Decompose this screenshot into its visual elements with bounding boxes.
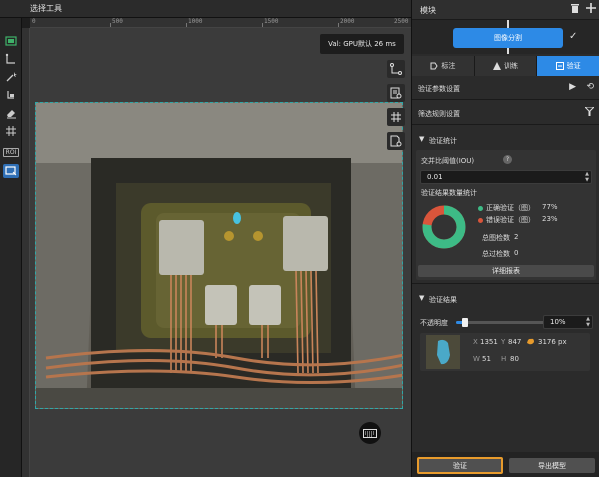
panel-tabs: 标注 训练 验证 xyxy=(412,56,599,76)
correct-pct: 77% xyxy=(542,203,558,211)
y-value: 847 xyxy=(508,338,522,346)
iou-label: 交并比阈值(IOU) xyxy=(421,157,475,165)
latency-readout: Val: GPU默认 26 ms xyxy=(320,34,404,54)
divider xyxy=(412,124,599,125)
collapse-icon: ▼ xyxy=(419,294,425,302)
h-label: H xyxy=(501,355,507,363)
trash-icon[interactable] xyxy=(570,3,580,16)
app-window: 选择工具 ROI 0 500 1000 1500 2000 2500 Val: … xyxy=(0,0,599,477)
play-icon[interactable]: ▶ xyxy=(569,82,576,92)
verify-icon xyxy=(555,62,564,70)
spinner-icon[interactable]: ▲ ▼ xyxy=(585,171,589,183)
opacity-slider[interactable] xyxy=(456,318,546,327)
legend-wrong: 错误验证（图） xyxy=(478,215,535,225)
connector-line xyxy=(507,48,509,54)
defect-thumbnail xyxy=(426,335,460,369)
stats-section-header[interactable]: ▼ 验证统计 xyxy=(412,132,599,148)
opacity-label: 不透明度 xyxy=(420,319,448,327)
filter-rules-label: 筛选规则设置 xyxy=(418,110,460,118)
collapse-icon: ▼ xyxy=(419,135,425,143)
roi-button[interactable]: ROI xyxy=(3,148,19,157)
inspection-image xyxy=(35,102,403,409)
ruler-tick-label: 1000 xyxy=(188,18,203,25)
canvas-titlebar: 选择工具 xyxy=(0,0,411,18)
panel-title: 模块 xyxy=(420,6,436,15)
tab-verify[interactable]: 验证 xyxy=(537,56,599,76)
slider-handle[interactable] xyxy=(462,318,468,327)
divider xyxy=(412,283,599,284)
total-value: 2 xyxy=(514,233,519,241)
canvas-side-tools xyxy=(387,60,405,156)
connector-line xyxy=(507,20,509,28)
h-value: 80 xyxy=(510,355,519,363)
count-title: 验证结果数量统计 xyxy=(421,189,477,197)
tab-annotate[interactable]: 标注 xyxy=(412,56,475,76)
action-bar: 验证 导出模型 xyxy=(412,452,599,477)
panel-header: 模块 xyxy=(412,0,599,20)
module-chain: 图像分割 ✓ xyxy=(412,20,599,54)
pass-value: 0 xyxy=(514,249,519,257)
pass-label: 总过检数 xyxy=(482,250,510,258)
file-eye-icon[interactable] xyxy=(387,132,405,150)
wrong-pct: 23% xyxy=(542,215,558,223)
brush-tool-icon[interactable] xyxy=(3,88,19,102)
results-section-header[interactable]: ▼ 验证结果 xyxy=(412,291,599,307)
train-icon xyxy=(493,62,501,70)
image-icon[interactable] xyxy=(3,34,19,48)
result-item[interactable]: X 1351 Y 847 3176 px W 51 H 80 xyxy=(420,333,590,371)
verify-params-label: 验证参数设置 xyxy=(418,85,460,93)
eraser-icon[interactable] xyxy=(3,106,19,120)
filter-rules-row[interactable]: 筛选规则设置 xyxy=(412,104,599,122)
grid-eye-icon[interactable] xyxy=(387,108,405,126)
magic-wand-icon[interactable] xyxy=(3,70,19,84)
document-eye-icon[interactable] xyxy=(387,84,405,102)
export-model-button[interactable]: 导出模型 xyxy=(509,458,595,473)
w-label: W xyxy=(473,355,480,363)
total-label: 总图检数 xyxy=(482,234,510,242)
verify-button[interactable]: 验证 xyxy=(417,457,503,474)
horizontal-ruler: 0 500 1000 1500 2000 2500 xyxy=(30,18,411,28)
area-value: 3176 px xyxy=(538,338,567,346)
tool-strip: ROI xyxy=(0,18,22,477)
plus-icon[interactable] xyxy=(586,3,596,16)
filter-icon[interactable] xyxy=(583,106,596,119)
legend-dot-wrong xyxy=(478,217,483,223)
polygon-tool-icon[interactable] xyxy=(3,52,19,66)
y-label: Y xyxy=(501,338,506,346)
ruler-tick-label: 500 xyxy=(112,18,123,25)
detail-report-button[interactable]: 详细报表 xyxy=(418,265,594,277)
tool-title: 选择工具 xyxy=(30,4,62,13)
help-icon[interactable]: ? xyxy=(503,155,512,164)
module-segmentation-button[interactable]: 图像分割 xyxy=(453,28,563,48)
tag-icon xyxy=(430,62,438,70)
x-label: X xyxy=(473,338,478,346)
select-tool-icon[interactable] xyxy=(3,164,19,178)
right-panel: 模块 图像分割 ✓ 标注 训练 验证 验证参数设置 ▶ ⟲ 筛选规则设置 ▼ 验… xyxy=(411,0,599,477)
area-icon xyxy=(526,337,535,347)
history-icon[interactable]: ⟲ xyxy=(586,82,594,92)
tab-train[interactable]: 训练 xyxy=(474,56,538,76)
x-value: 1351 xyxy=(480,338,498,346)
legend-correct: 正确验证（图） xyxy=(478,203,535,213)
opacity-input[interactable]: 10% ▲ ▼ xyxy=(543,315,593,329)
iou-input[interactable]: 0.01 ▲ ▼ xyxy=(420,170,592,184)
grid-tool-icon[interactable] xyxy=(3,124,19,138)
ruler-tick-label: 0 xyxy=(32,18,36,25)
verify-params-row[interactable]: 验证参数设置 ▶ ⟲ xyxy=(412,79,599,97)
donut-chart xyxy=(422,205,466,249)
w-value: 51 xyxy=(482,355,491,363)
ruler-tick-label: 2000 xyxy=(340,18,355,25)
divider xyxy=(412,99,599,100)
keyboard-icon[interactable] xyxy=(359,422,381,444)
node-graph-icon[interactable] xyxy=(387,60,405,78)
legend-dot-correct xyxy=(478,205,483,211)
spinner-icon[interactable]: ▲ ▼ xyxy=(586,316,590,328)
check-icon[interactable]: ✓ xyxy=(569,31,577,42)
vertical-ruler xyxy=(22,28,30,477)
ruler-tick-label: 2500 xyxy=(394,18,409,25)
ruler-tick-label: 1500 xyxy=(264,18,279,25)
